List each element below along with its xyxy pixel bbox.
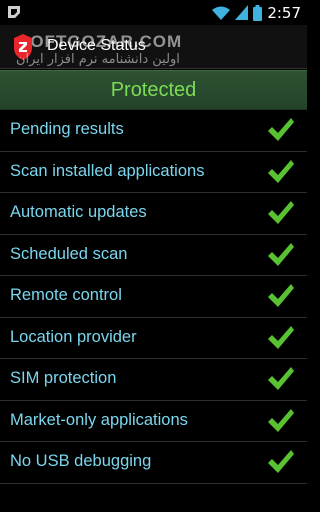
status-row-location-provider[interactable]: Location provider [0,318,307,359]
status-label: Remote control [10,286,122,304]
protection-status-banner: Protected [0,70,307,110]
checkmark-icon [268,201,294,224]
status-row-scheduled-scan[interactable]: Scheduled scan [0,235,307,276]
action-bar: SOFTGOZAR.COM Device Status اولین دانشنا… [0,25,307,69]
battery-icon [253,4,263,21]
signal-icon [235,5,249,20]
status-row-automatic-updates[interactable]: Automatic updates [0,193,307,235]
checkmark-icon [268,367,294,390]
status-label: Automatic updates [10,203,147,221]
status-label: Scan installed applications [10,161,205,180]
status-label: Market-only applications [10,410,188,429]
watermark-subtitle: اولین دانشنامه نرم افزار ایران [16,52,180,67]
wifi-icon [212,6,231,20]
status-label: Location provider [10,327,137,346]
notification-icon [8,6,20,18]
checkmark-icon [268,118,294,141]
status-time: 2:57 [267,3,301,22]
checkmark-icon [268,159,294,183]
status-row-pending-results[interactable]: Pending results [0,110,307,152]
protection-status-text: Protected [110,79,197,101]
status-row-scan-installed-applications[interactable]: Scan installed applications [0,152,307,193]
checkmark-icon [268,450,294,473]
checkmark-icon [268,242,294,266]
checkmark-icon [268,284,294,307]
status-label: Pending results [10,120,124,138]
status-label: Scheduled scan [10,244,128,263]
status-row-market-only-applications[interactable]: Market-only applications [0,401,307,442]
status-row-sim-protection[interactable]: SIM protection [0,359,307,401]
status-label: No USB debugging [10,452,152,470]
checkmark-icon [268,325,294,349]
checkmark-icon [268,408,294,432]
status-row-remote-control[interactable]: Remote control [0,276,307,318]
status-list: Pending results Scan installed applicati… [0,110,307,484]
status-label: SIM protection [10,369,117,387]
status-row-no-usb-debugging[interactable]: No USB debugging [0,442,307,484]
status-bar: 2:57 [0,0,307,25]
